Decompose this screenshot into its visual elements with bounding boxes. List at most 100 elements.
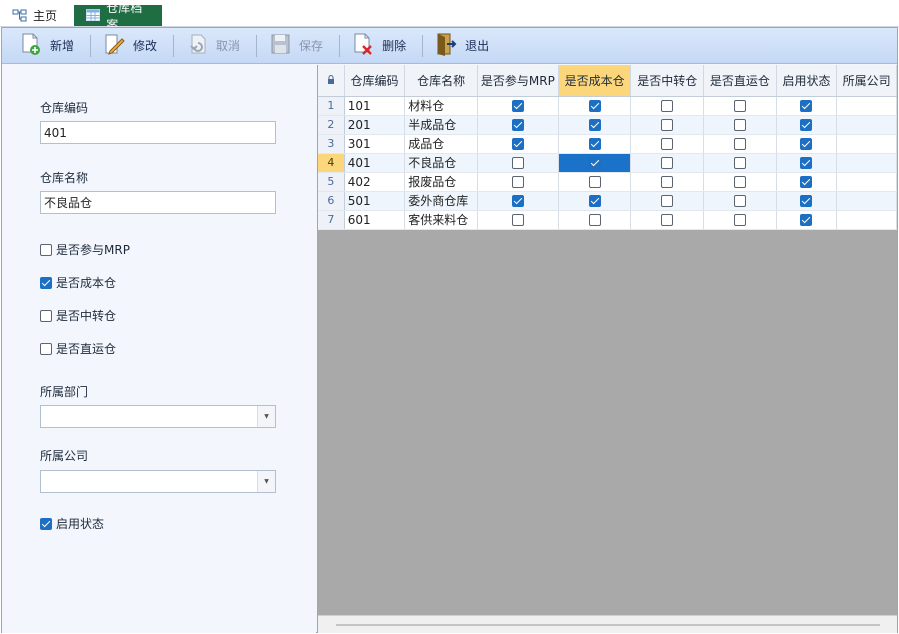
cell-checkbox[interactable] bbox=[588, 176, 601, 188]
cell-name[interactable]: 委外商仓库 bbox=[404, 191, 478, 211]
company-select[interactable]: ▼ bbox=[40, 470, 276, 493]
exit-button[interactable]: 退出 bbox=[433, 31, 497, 61]
chevron-down-icon[interactable]: ▼ bbox=[257, 471, 275, 492]
warehouse-name-input[interactable] bbox=[40, 191, 276, 214]
cell-code[interactable]: 201 bbox=[344, 115, 406, 135]
table-row[interactable]: 1 101 材料仓 bbox=[318, 96, 897, 116]
cell-checkbox[interactable] bbox=[661, 138, 674, 150]
cell-cost[interactable] bbox=[558, 115, 632, 135]
cell-name[interactable]: 成品仓 bbox=[404, 134, 478, 154]
cell-checkbox[interactable] bbox=[588, 119, 601, 131]
cell-checkbox[interactable] bbox=[800, 195, 813, 207]
chevron-down-icon[interactable]: ▼ bbox=[257, 406, 275, 427]
transit-checkbox[interactable]: 是否中转仓 bbox=[40, 307, 116, 324]
cell-direct[interactable] bbox=[703, 210, 777, 230]
cell-checkbox[interactable] bbox=[588, 157, 601, 169]
cell-checkbox[interactable] bbox=[588, 195, 601, 207]
cell-enabled[interactable] bbox=[776, 96, 838, 116]
cell-checkbox[interactable] bbox=[733, 157, 746, 169]
cell-checkbox[interactable] bbox=[661, 195, 674, 207]
enabled-checkbox[interactable]: 启用状态 bbox=[40, 515, 104, 532]
table-row[interactable]: 4 401 不良品仓 bbox=[318, 153, 897, 173]
cost-checkbox[interactable]: 是否成本仓 bbox=[40, 274, 116, 291]
cell-cost[interactable] bbox=[558, 134, 632, 154]
row-number[interactable]: 7 bbox=[318, 210, 345, 230]
cell-cost[interactable] bbox=[558, 96, 632, 116]
cell-checkbox[interactable] bbox=[511, 157, 524, 169]
tab-home[interactable]: 主页 bbox=[0, 5, 70, 26]
row-number[interactable]: 5 bbox=[318, 172, 345, 192]
cell-checkbox[interactable] bbox=[511, 214, 524, 226]
select-all-corner[interactable] bbox=[318, 65, 345, 97]
cell-checkbox[interactable] bbox=[511, 100, 524, 112]
cell-transit[interactable] bbox=[630, 191, 705, 211]
table-row[interactable]: 3 301 成品仓 bbox=[318, 134, 897, 154]
cell-checkbox[interactable] bbox=[661, 119, 674, 131]
cell-checkbox[interactable] bbox=[511, 176, 524, 188]
cell-direct[interactable] bbox=[703, 191, 777, 211]
column-header[interactable]: 所属公司 bbox=[836, 65, 897, 97]
tab-warehouse-archive[interactable]: 仓库档案 bbox=[74, 1, 162, 32]
row-number[interactable]: 6 bbox=[318, 191, 345, 211]
mrp-checkbox-box[interactable] bbox=[40, 243, 52, 256]
cell-code[interactable]: 301 bbox=[344, 134, 406, 154]
cell-enabled[interactable] bbox=[776, 191, 838, 211]
cell-direct[interactable] bbox=[703, 134, 777, 154]
cell-checkbox[interactable] bbox=[733, 138, 746, 150]
column-header[interactable]: 是否参与MRP bbox=[477, 65, 559, 97]
cell-company[interactable] bbox=[836, 153, 897, 173]
cancel-button[interactable]: 取消 bbox=[184, 31, 248, 61]
cell-checkbox[interactable] bbox=[588, 214, 601, 226]
table-row[interactable]: 7 601 客供来料仓 bbox=[318, 210, 897, 230]
column-header[interactable]: 是否中转仓 bbox=[630, 65, 705, 97]
column-header[interactable]: 仓库编码 bbox=[344, 65, 406, 97]
horizontal-scrollbar[interactable] bbox=[318, 615, 897, 633]
cell-checkbox[interactable] bbox=[511, 138, 524, 150]
cell-company[interactable] bbox=[836, 134, 897, 154]
cell-mrp[interactable] bbox=[477, 210, 559, 230]
cell-cost[interactable] bbox=[558, 210, 632, 230]
cell-direct[interactable] bbox=[703, 115, 777, 135]
cell-checkbox[interactable] bbox=[661, 214, 674, 226]
cell-transit[interactable] bbox=[630, 210, 705, 230]
cell-company[interactable] bbox=[836, 172, 897, 192]
row-number[interactable]: 1 bbox=[318, 96, 345, 116]
cell-company[interactable] bbox=[836, 191, 897, 211]
cell-checkbox[interactable] bbox=[733, 100, 746, 112]
scrollbar-track[interactable] bbox=[336, 624, 880, 626]
cell-transit[interactable] bbox=[630, 115, 705, 135]
table-row[interactable]: 5 402 报废品仓 bbox=[318, 172, 897, 192]
cell-checkbox[interactable] bbox=[588, 138, 601, 150]
cell-name[interactable]: 报废品仓 bbox=[404, 172, 478, 192]
table-row[interactable]: 6 501 委外商仓库 bbox=[318, 191, 897, 211]
save-button[interactable]: 保存 bbox=[267, 31, 331, 61]
cell-mrp[interactable] bbox=[477, 134, 559, 154]
cell-checkbox[interactable] bbox=[511, 119, 524, 131]
row-number[interactable]: 2 bbox=[318, 115, 345, 135]
cell-checkbox[interactable] bbox=[800, 138, 813, 150]
cell-name[interactable]: 客供来料仓 bbox=[404, 210, 478, 230]
cell-company[interactable] bbox=[836, 115, 897, 135]
cell-name[interactable]: 材料仓 bbox=[404, 96, 478, 116]
table-row[interactable]: 2 201 半成品仓 bbox=[318, 115, 897, 135]
enabled-checkbox-box[interactable] bbox=[40, 517, 52, 530]
cell-checkbox[interactable] bbox=[800, 100, 813, 112]
cell-code[interactable]: 101 bbox=[344, 96, 406, 116]
cell-mrp[interactable] bbox=[477, 153, 559, 173]
cell-checkbox[interactable] bbox=[800, 119, 813, 131]
cell-checkbox[interactable] bbox=[733, 195, 746, 207]
cell-checkbox[interactable] bbox=[800, 214, 813, 226]
add-button[interactable]: 新增 bbox=[18, 31, 82, 61]
cell-checkbox[interactable] bbox=[661, 176, 674, 188]
cell-checkbox[interactable] bbox=[800, 157, 813, 169]
cell-checkbox[interactable] bbox=[733, 119, 746, 131]
cell-mrp[interactable] bbox=[477, 96, 559, 116]
column-header[interactable]: 启用状态 bbox=[776, 65, 838, 97]
row-number[interactable]: 3 bbox=[318, 134, 345, 154]
cell-cost[interactable] bbox=[558, 172, 632, 192]
cell-checkbox[interactable] bbox=[661, 100, 674, 112]
cell-code[interactable]: 601 bbox=[344, 210, 406, 230]
cell-cost[interactable] bbox=[558, 153, 632, 173]
cell-transit[interactable] bbox=[630, 153, 705, 173]
cell-enabled[interactable] bbox=[776, 210, 838, 230]
